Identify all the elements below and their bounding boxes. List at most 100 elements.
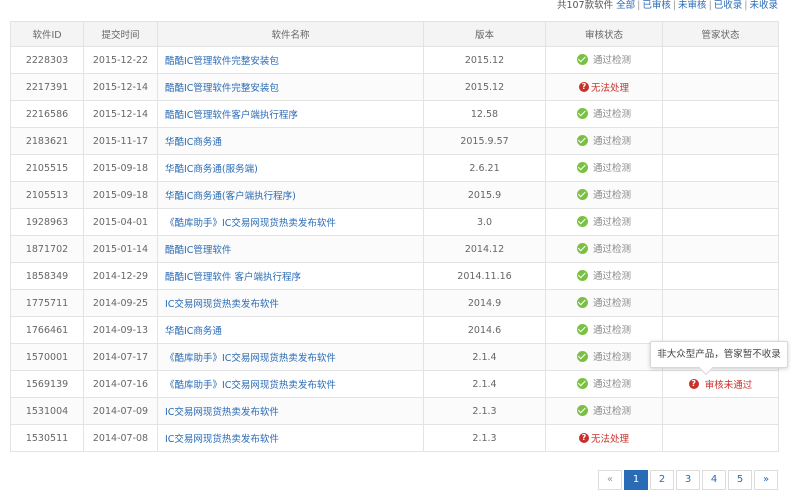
- manager-status-cell: [662, 46, 779, 74]
- filter-unreviewed-link[interactable]: 未审核: [678, 0, 707, 11]
- check-circle-icon: [576, 404, 588, 416]
- review-status-cell: 通过检测: [545, 100, 663, 128]
- software-name-link[interactable]: 《酷库助手》IC交易网现货热卖发布软件: [165, 353, 336, 364]
- software-id: 1775711: [10, 289, 84, 317]
- software-name-link[interactable]: 酷酷IC管理软件完整安装包: [165, 56, 279, 67]
- review-status-cell: 通过检测: [545, 316, 663, 344]
- check-circle-icon: [576, 53, 588, 65]
- page-button-2[interactable]: 2: [650, 470, 674, 490]
- filter-reviewed-link[interactable]: 已审核: [642, 0, 671, 11]
- submit-date: 2015-01-14: [83, 235, 158, 263]
- software-id: 2183621: [10, 127, 84, 155]
- filter-included-link[interactable]: 已收录: [714, 0, 743, 11]
- software-name-link[interactable]: 华酷IC商务通: [165, 137, 222, 148]
- software-name-link[interactable]: IC交易网现货热卖发布软件: [165, 407, 279, 418]
- review-status: 通过检测: [576, 295, 631, 310]
- page-button-3[interactable]: 3: [676, 470, 700, 490]
- page-button-5[interactable]: 5: [728, 470, 752, 490]
- software-name-cell: 《酷库助手》IC交易网现货热卖发布软件: [157, 343, 424, 371]
- submit-date: 2014-07-17: [83, 343, 158, 371]
- software-name-link[interactable]: 酷酷IC管理软件完整安装包: [165, 83, 279, 94]
- table-row: 1766461 2014-09-13 华酷IC商务通 2014.6 通过检测: [10, 316, 779, 344]
- software-id: 2105513: [10, 181, 84, 209]
- software-name-cell: IC交易网现货热卖发布软件: [157, 424, 424, 452]
- manager-status-tooltip: 非大众型产品，管家暂不收录: [650, 341, 788, 368]
- review-status-text: 通过检测: [592, 298, 631, 310]
- question-circle-icon: ?: [688, 379, 699, 389]
- software-name-link[interactable]: IC交易网现货热卖发布软件: [165, 434, 279, 445]
- review-status: 通过检测: [576, 52, 631, 67]
- software-version: 2015.9: [423, 181, 546, 209]
- total-count: 共107款软件: [556, 0, 614, 11]
- software-name-link[interactable]: 酷酷IC管理软件: [165, 245, 231, 256]
- software-name-link[interactable]: 《酷库助手》IC交易网现货热卖发布软件: [165, 218, 336, 229]
- software-name-link[interactable]: IC交易网现货热卖发布软件: [165, 299, 279, 310]
- review-status-cell: ? 无法处理: [545, 424, 663, 452]
- page-button-1[interactable]: 1: [624, 470, 648, 490]
- manager-status[interactable]: ? 审核未通过: [688, 377, 753, 391]
- review-status-text: 通过检测: [592, 271, 631, 283]
- submit-date: 2015-04-01: [83, 208, 158, 236]
- manager-status-text: 审核未通过: [704, 380, 753, 391]
- filter-all-link[interactable]: 全部: [616, 0, 635, 11]
- col-header-version: 版本: [423, 21, 546, 47]
- manager-status-cell: [662, 262, 779, 290]
- review-status-text: 通过检测: [592, 406, 631, 418]
- filter-bar: 共107款软件 全部 | 已审核 | 未审核 | 已收录 | 未收录: [556, 0, 778, 11]
- check-circle-icon: [576, 215, 588, 227]
- prev-page-button[interactable]: «: [598, 470, 622, 490]
- manager-status-cell: [662, 424, 779, 452]
- table-row: 2217391 2015-12-14 酷酷IC管理软件完整安装包 2015.12? 无法…: [10, 73, 779, 101]
- check-circle-icon: [576, 350, 588, 362]
- question-circle-icon: ?: [578, 82, 589, 92]
- next-page-button[interactable]: »: [754, 470, 778, 490]
- table-row: 2183621 2015-11-17 华酷IC商务通 2015.9.57 通过检测: [10, 127, 779, 155]
- check-circle-icon: [576, 188, 588, 200]
- review-status-cell: 通过检测: [545, 154, 663, 182]
- review-status: 通过检测: [576, 322, 631, 336]
- software-id: 2216586: [10, 100, 84, 128]
- review-status-cell: 通过检测: [545, 262, 663, 290]
- review-status: 通过检测: [576, 376, 631, 390]
- manager-status-cell: [662, 127, 779, 155]
- software-name-link[interactable]: 华酷IC商务通(客户端执行程序): [165, 191, 296, 202]
- software-name-cell: IC交易网现货热卖发布软件: [157, 289, 424, 317]
- table-row: 2228303 2015-12-22 酷酷IC管理软件完整安装包 2015.12 通过检…: [10, 46, 779, 74]
- review-status-cell: 通过检测: [545, 46, 663, 74]
- software-version: 2014.9: [423, 289, 546, 317]
- software-name-cell: 华酷IC商务通: [157, 127, 424, 155]
- software-name-link[interactable]: 酷酷IC管理软件客户端执行程序: [165, 110, 298, 121]
- software-name-link[interactable]: 酷酷IC管理软件 客户端执行程序: [165, 272, 301, 283]
- review-status: 通过检测: [576, 187, 631, 201]
- software-id: 2217391: [10, 73, 84, 101]
- manager-status-cell: [662, 208, 779, 236]
- page-button-4[interactable]: 4: [702, 470, 726, 490]
- col-header-id: 软件ID: [10, 21, 84, 47]
- check-circle-icon: [576, 134, 588, 146]
- check-circle-icon: [576, 161, 588, 173]
- manager-status-cell: [662, 397, 779, 425]
- filter-not-included-link[interactable]: 未收录: [749, 0, 778, 11]
- software-name-cell: 华酷IC商务通(服务端): [157, 154, 424, 182]
- software-id: 1570001: [10, 343, 84, 371]
- software-id: 2105515: [10, 154, 84, 182]
- submit-date: 2015-12-14: [83, 100, 158, 128]
- software-name-cell: 酷酷IC管理软件: [157, 235, 424, 263]
- software-version: 2015.12: [423, 46, 546, 74]
- review-status: ? 无法处理: [578, 431, 629, 445]
- table-row: 1775711 2014-09-25 IC交易网现货热卖发布软件 2014.9 通过检测: [10, 289, 779, 317]
- review-status-text: 无法处理: [590, 434, 629, 445]
- software-name-link[interactable]: 《酷库助手》IC交易网现货热卖发布软件: [165, 380, 336, 391]
- review-status-cell: 通过检测: [545, 208, 663, 236]
- software-name-link[interactable]: 华酷IC商务通: [165, 326, 222, 337]
- review-status-text: 通过检测: [592, 55, 631, 67]
- software-id: 1569139: [10, 370, 84, 398]
- software-id: 1530511: [10, 424, 84, 452]
- submit-date: 2015-12-22: [83, 46, 158, 74]
- submit-date: 2014-07-16: [83, 370, 158, 398]
- manager-status-cell: ? 审核未通过: [662, 370, 779, 398]
- manager-status-cell: [662, 154, 779, 182]
- software-name-link[interactable]: 华酷IC商务通(服务端): [165, 164, 258, 175]
- software-id: 1531004: [10, 397, 84, 425]
- pagination: « 1 2 3 4 5 »: [598, 470, 778, 490]
